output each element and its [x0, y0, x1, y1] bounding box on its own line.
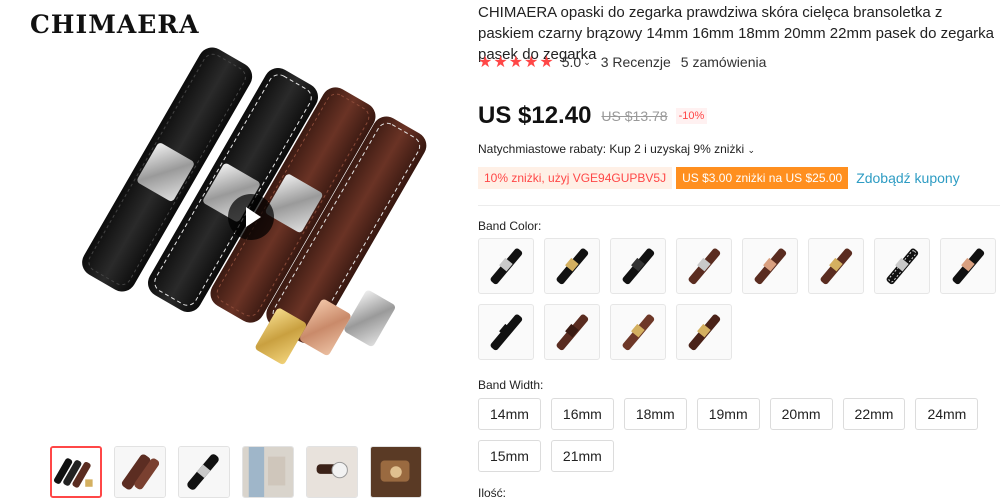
color-swatch-4[interactable] [676, 238, 732, 294]
price-row: US $12.40 US $13.78 -10% [478, 102, 708, 130]
reviews-link[interactable]: 3 Recenzje [601, 54, 671, 70]
band-color-options [478, 238, 1000, 360]
coupon-code-badge[interactable]: 10% zniżki, użyj VGE94GUPBV5J [478, 167, 673, 189]
color-swatch-8[interactable] [940, 238, 996, 294]
band-width-options: 14mm 16mm 18mm 19mm 20mm 22mm 24mm 15mm … [478, 398, 1000, 472]
product-gallery: CHIMAERA [0, 0, 470, 498]
quantity-label: Ilość: [478, 486, 507, 498]
thumbnail-3[interactable] [178, 446, 230, 498]
coupon-row: 10% zniżki, użyj VGE94GUPBV5J US $3.00 z… [478, 167, 960, 189]
color-swatch-10[interactable] [544, 304, 600, 360]
width-option-21mm[interactable]: 21mm [550, 440, 614, 472]
instant-discount-text: Natychmiastowe rabaty: Kup 2 i uzyskaj 9… [478, 142, 745, 156]
color-swatch-7[interactable] [874, 238, 930, 294]
band-color-label: Band Color: [478, 219, 542, 233]
color-swatch-9[interactable] [478, 304, 534, 360]
orders-count: 5 zamówienia [680, 54, 767, 70]
brand-logo: CHIMAERA [30, 10, 200, 39]
star-rating-icon: ★★★★★ [478, 54, 555, 71]
color-swatch-3[interactable] [610, 238, 666, 294]
main-product-image[interactable]: CHIMAERA [18, 0, 458, 440]
width-option-19mm[interactable]: 19mm [696, 398, 760, 430]
thumbnail-strip [50, 446, 422, 498]
thumbnail-1[interactable] [50, 446, 102, 498]
color-swatch-6[interactable] [808, 238, 864, 294]
width-option-14mm[interactable]: 14mm [478, 398, 541, 430]
thumbnail-6[interactable] [370, 446, 422, 498]
color-swatch-1[interactable] [478, 238, 534, 294]
color-swatch-5[interactable] [742, 238, 798, 294]
color-swatch-11[interactable] [610, 304, 666, 360]
width-option-24mm[interactable]: 24mm [915, 398, 979, 430]
width-option-20mm[interactable]: 20mm [769, 398, 833, 430]
band-width-label: Band Width: [478, 378, 544, 392]
get-coupons-link[interactable]: Zdobądź kupony [856, 170, 960, 186]
current-price: US $12.40 [478, 102, 592, 129]
width-option-16mm[interactable]: 16mm [550, 398, 614, 430]
width-option-22mm[interactable]: 22mm [842, 398, 906, 430]
color-swatch-12[interactable] [676, 304, 732, 360]
chevron-down-icon: ⌄ [747, 145, 755, 155]
rating-value[interactable]: 5.0 [562, 54, 581, 70]
color-swatch-2[interactable] [544, 238, 600, 294]
rating-row: ★★★★★ 5.0 ⌄ 3 Recenzje 5 zamówienia [478, 52, 766, 72]
play-video-button[interactable] [228, 194, 274, 240]
chevron-down-icon[interactable]: ⌄ [583, 57, 591, 68]
thumbnail-4[interactable] [242, 446, 294, 498]
thumbnail-5[interactable] [306, 446, 358, 498]
discount-badge: -10% [675, 108, 708, 124]
divider [478, 205, 1000, 206]
instant-discount[interactable]: Natychmiastowe rabaty: Kup 2 i uzyskaj 9… [478, 142, 755, 156]
width-option-15mm[interactable]: 15mm [478, 440, 541, 472]
store-coupon-badge[interactable]: US $3.00 zniżki na US $25.00 [676, 167, 849, 189]
thumbnail-2[interactable] [114, 446, 166, 498]
width-option-18mm[interactable]: 18mm [623, 398, 687, 430]
original-price: US $13.78 [601, 108, 668, 124]
